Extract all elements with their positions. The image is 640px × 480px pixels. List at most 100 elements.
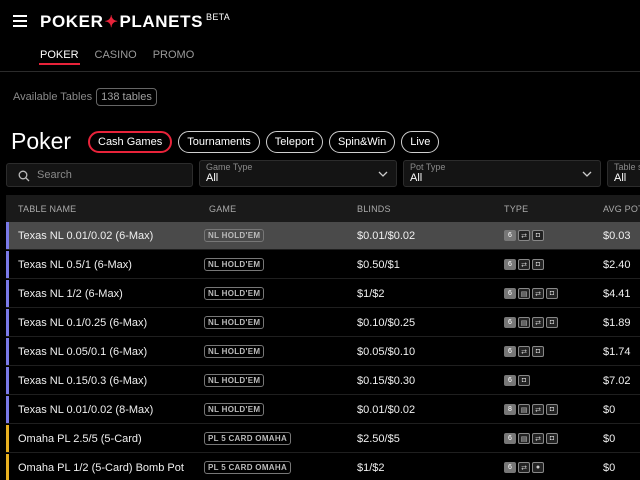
swap-icon: ⇄: [532, 404, 544, 415]
tab-promo[interactable]: PROMO: [153, 49, 195, 69]
available-tables-label: Available Tables: [13, 91, 93, 103]
table-row[interactable]: Texas NL 0.15/0.3 (6-Max) NL HOLD'EM $0.15…: [6, 367, 640, 395]
tab-casino[interactable]: CASINO: [95, 49, 137, 69]
available-tables: Available Tables 138 tables: [13, 88, 157, 106]
row-accent-bar: [6, 338, 9, 365]
search-input[interactable]: [37, 167, 187, 183]
chevron-down-icon: [378, 171, 388, 177]
table-row[interactable]: Omaha PL 2.5/5 (5-Card) PL 5 CARD OMAHA $2…: [6, 425, 640, 453]
blinds: $0.10/$0.25: [357, 317, 416, 329]
game-type-select[interactable]: Game Type All: [199, 160, 397, 187]
seat-count-badge: 6: [504, 317, 516, 328]
table-icon: ▤: [518, 317, 530, 328]
seat-count-badge: 6: [504, 259, 516, 270]
swap-icon: ⇄: [532, 433, 544, 444]
chip-tournaments[interactable]: Tournaments: [178, 131, 260, 153]
swap-icon: ⇄: [518, 230, 530, 241]
col-table-name[interactable]: TABLE NAME: [18, 204, 76, 214]
shield-icon: ◘: [532, 259, 544, 270]
blinds: $1/$2: [357, 288, 385, 300]
chip-live[interactable]: Live: [401, 131, 440, 153]
table-row[interactable]: Omaha PL 1/2 (5-Card) Bomb Pot PL 5 CARD …: [6, 454, 640, 480]
avg-pot: $4.41: [603, 288, 631, 300]
game-badge: NL HOLD'EM: [204, 287, 265, 300]
logo[interactable]: POKER✦PLANETS BETA: [40, 12, 230, 32]
shield-icon: ◘: [532, 230, 544, 241]
col-game[interactable]: GAME: [209, 204, 236, 214]
type-icons: 6 ◘: [504, 375, 530, 386]
type-icons: 6 ⇄ ◘: [504, 346, 544, 357]
table-name: Texas NL 0.5/1 (6-Max): [18, 259, 132, 271]
main-nav: POKER CASINO PROMO: [39, 49, 195, 69]
table-header: TABLE NAME GAME BLINDS TYPE AVG POT: [6, 195, 640, 222]
game-badge: NL HOLD'EM: [204, 229, 265, 242]
table-size-select[interactable]: Table s All: [607, 160, 640, 187]
row-accent-bar: [6, 251, 9, 278]
chip-cash-games[interactable]: Cash Games: [88, 131, 173, 153]
table-name: Omaha PL 2.5/5 (5-Card): [18, 433, 142, 445]
seat-count-badge: 8: [504, 404, 516, 415]
type-icons: 8 ▤ ⇄ ◘: [504, 404, 558, 415]
row-accent-bar: [6, 222, 9, 249]
col-type[interactable]: TYPE: [504, 204, 528, 214]
swap-icon: ⇄: [532, 317, 544, 328]
swap-icon: ⇄: [518, 462, 530, 473]
search-icon: [18, 170, 30, 182]
beta-label: BETA: [206, 12, 231, 22]
table-icon: ▤: [518, 404, 530, 415]
menu-icon[interactable]: [13, 15, 27, 27]
blinds: $0.50/$1: [357, 259, 400, 271]
table-name: Omaha PL 1/2 (5-Card) Bomb Pot: [18, 462, 184, 474]
type-icons: 6 ⇄ ●: [504, 462, 544, 473]
seat-count-badge: 6: [504, 433, 516, 444]
table-name: Texas NL 0.05/0.1 (6-Max): [18, 346, 148, 358]
table-name: Texas NL 0.01/0.02 (8-Max): [18, 404, 154, 416]
star-icon: ✦: [104, 14, 119, 31]
shield-icon: ◘: [546, 288, 558, 299]
seat-count-badge: 6: [504, 375, 516, 386]
page-title: Poker: [11, 128, 72, 154]
table-name: Texas NL 0.15/0.3 (6-Max): [18, 375, 148, 387]
col-blinds[interactable]: BLINDS: [357, 204, 391, 214]
seat-count-badge: 6: [504, 288, 516, 299]
type-icons: 6 ▤ ⇄ ◘: [504, 288, 558, 299]
shield-icon: ◘: [532, 346, 544, 357]
type-icons: 6 ⇄ ◘: [504, 230, 544, 241]
pot-type-value: All: [410, 172, 423, 184]
seat-count-badge: 6: [504, 346, 516, 357]
avg-pot: $7.02: [603, 375, 631, 387]
blinds: $0.01/$0.02: [357, 404, 416, 416]
tables-count-badge: 138 tables: [96, 88, 157, 106]
seat-count-badge: 6: [504, 462, 516, 473]
top-bar: POKER✦PLANETS BETA: [0, 0, 640, 44]
game-type-value: All: [206, 172, 219, 184]
table-row[interactable]: Texas NL 0.05/0.1 (6-Max) NL HOLD'EM $0.05…: [6, 338, 640, 366]
table-row[interactable]: Texas NL 0.01/0.02 (8-Max) NL HOLD'EM $0.0…: [6, 396, 640, 424]
table-row[interactable]: Texas NL 0.01/0.02 (6-Max) NL HOLD'EM $0.0…: [6, 222, 640, 250]
game-badge: NL HOLD'EM: [204, 374, 265, 387]
blinds: $0.05/$0.10: [357, 346, 416, 358]
pot-type-label: Pot Type: [410, 162, 446, 172]
tab-poker[interactable]: POKER: [39, 49, 80, 69]
table-row[interactable]: Texas NL 0.1/0.25 (6-Max) NL HOLD'EM $0.10…: [6, 309, 640, 337]
col-avg-pot[interactable]: AVG POT: [603, 204, 640, 214]
row-accent-bar: [6, 396, 9, 423]
logo-text-left: POKER: [40, 12, 104, 31]
avg-pot: $2.40: [603, 259, 631, 271]
chip-teleport[interactable]: Teleport: [265, 131, 323, 153]
avg-pot: $0.03: [603, 230, 631, 242]
swap-icon: ⇄: [518, 259, 530, 270]
search-box[interactable]: [6, 163, 193, 187]
game-badge: NL HOLD'EM: [204, 258, 265, 271]
table-row[interactable]: Texas NL 0.5/1 (6-Max) NL HOLD'EM $0.50/$1…: [6, 251, 640, 279]
row-accent-bar: [6, 425, 9, 452]
row-accent-bar: [6, 367, 9, 394]
pot-type-select[interactable]: Pot Type All: [403, 160, 601, 187]
row-accent-bar: [6, 280, 9, 307]
chip-spin-win[interactable]: Spin&Win: [328, 131, 396, 153]
table-row[interactable]: Texas NL 1/2 (6-Max) NL HOLD'EM $1/$2 6 ▤ ⇄ ◘ $…: [6, 280, 640, 308]
blinds: $1/$2: [357, 462, 385, 474]
table-icon: ▤: [518, 433, 530, 444]
game-badge: PL 5 CARD OMAHA: [204, 461, 292, 474]
game-badge: NL HOLD'EM: [204, 403, 265, 416]
